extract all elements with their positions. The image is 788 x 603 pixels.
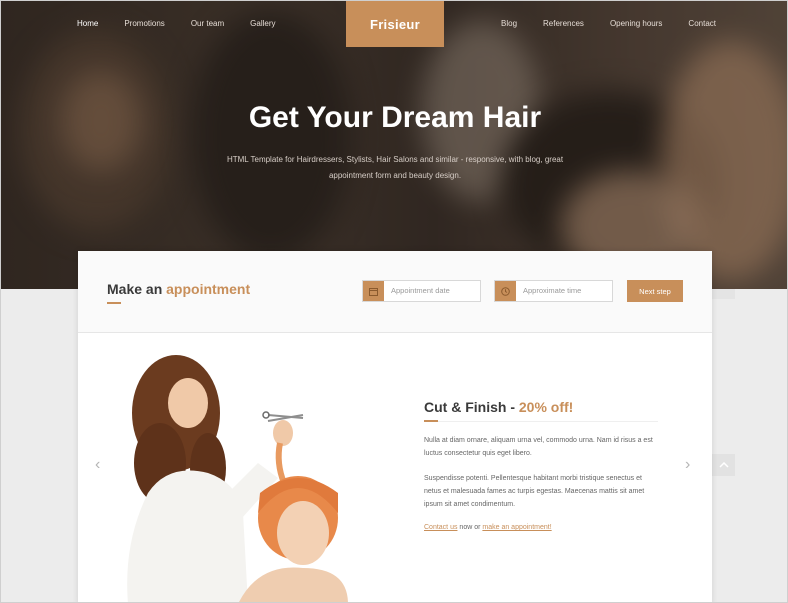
nav-item-home[interactable]: Home xyxy=(77,19,98,28)
appointment-title-prefix: Make an xyxy=(107,281,163,297)
promo-divider xyxy=(438,421,658,422)
nav-left: Home Promotions Our team Gallery xyxy=(77,19,302,28)
nav-right: Blog References Opening hours Contact xyxy=(501,19,716,28)
promo-links: Contact us now or make an appointment! xyxy=(424,524,552,531)
chevron-up-icon xyxy=(718,462,729,468)
nav-item-references[interactable]: References xyxy=(543,19,584,28)
chevron-right-icon[interactable]: › xyxy=(685,456,690,474)
promo-title-accent: 20% off! xyxy=(518,399,574,415)
appointment-bar: Make an appointment Appointment date App… xyxy=(78,251,712,333)
next-step-button[interactable]: Next step xyxy=(627,280,683,302)
nav-item-contact[interactable]: Contact xyxy=(688,19,716,28)
promo-title-prefix: Cut & Finish - xyxy=(424,399,515,415)
appointment-title-accent: appointment xyxy=(166,281,251,297)
promo-paragraph-2: Suspendisse potenti. Pellentesque habita… xyxy=(424,475,645,508)
chevron-left-icon[interactable]: ‹ xyxy=(95,456,100,474)
promo-paragraph-1: Nulla at diam ornare, aliquam urna vel, … xyxy=(424,437,653,457)
appointment-time-placeholder: Approximate time xyxy=(523,286,582,295)
title-underline xyxy=(107,302,121,304)
nav-item-promotions[interactable]: Promotions xyxy=(124,19,164,28)
nav-item-blog[interactable]: Blog xyxy=(501,19,517,28)
make-appointment-link[interactable]: make an appointment! xyxy=(482,524,551,531)
nav-item-gallery[interactable]: Gallery xyxy=(250,19,275,28)
page: Home Promotions Our team Gallery Frisieu… xyxy=(0,0,788,603)
promo-underline xyxy=(424,420,438,422)
clock-icon xyxy=(495,281,516,301)
hero-title: Get Your Dream Hair xyxy=(248,101,542,134)
appointment-time-field[interactable]: Approximate time xyxy=(494,280,613,302)
slide-image xyxy=(108,343,348,602)
nav-item-our-team[interactable]: Our team xyxy=(191,19,224,28)
logo[interactable]: Frisieur xyxy=(346,1,444,47)
nav-item-opening-hours[interactable]: Opening hours xyxy=(610,19,662,28)
appointment-date-placeholder: Appointment date xyxy=(391,286,450,295)
contact-us-link[interactable]: Contact us xyxy=(424,524,457,531)
promo-links-mid: now or xyxy=(459,524,481,531)
promo-title: Cut & Finish - 20% off! xyxy=(424,399,573,415)
calendar-icon xyxy=(363,281,384,301)
hero-banner: Home Promotions Our team Gallery Frisieu… xyxy=(1,1,787,289)
side-shadow xyxy=(712,289,735,299)
appointment-card: Make an appointment Appointment date App… xyxy=(78,251,712,602)
scroll-top-button[interactable] xyxy=(712,454,735,476)
appointment-date-field[interactable]: Appointment date xyxy=(362,280,481,302)
appointment-title: Make an appointment xyxy=(107,281,250,297)
hero-subtitle: HTML Template for Hairdressers, Stylists… xyxy=(226,155,564,180)
